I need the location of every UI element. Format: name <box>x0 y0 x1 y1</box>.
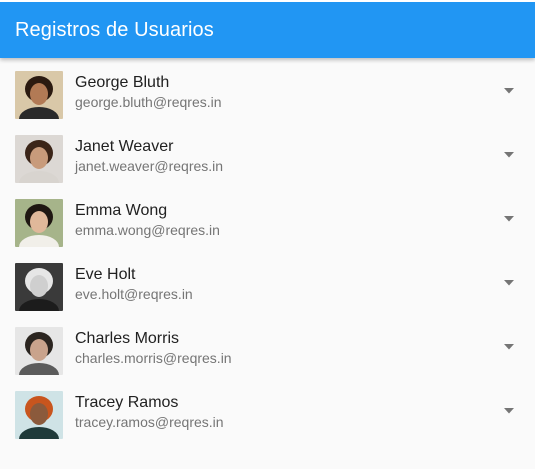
user-email: janet.weaver@reqres.in <box>75 158 224 174</box>
avatar-face <box>30 403 48 425</box>
user-name: Janet Weaver <box>75 138 174 155</box>
arrow-drop-down-icon[interactable] <box>504 344 514 350</box>
avatar-face <box>30 211 48 233</box>
avatar-face <box>30 83 48 105</box>
arrow-drop-down-icon[interactable] <box>504 88 514 94</box>
arrow-drop-down-icon[interactable] <box>504 216 514 222</box>
avatar <box>15 391 63 439</box>
user-email: tracey.ramos@reqres.in <box>75 414 224 430</box>
list-item[interactable]: Janet Weaver janet.weaver@reqres.in <box>0 127 535 191</box>
user-email: charles.morris@reqres.in <box>75 350 232 366</box>
list-item[interactable]: Tracey Ramos tracey.ramos@reqres.in <box>0 383 535 447</box>
user-email: emma.wong@reqres.in <box>75 222 220 238</box>
list-item[interactable]: Charles Morris charles.morris@reqres.in <box>0 319 535 383</box>
avatar-face <box>30 275 48 297</box>
list-item[interactable]: Eve Holt eve.holt@reqres.in <box>0 255 535 319</box>
app-bar: Registros de Usuarios <box>0 0 535 58</box>
user-email: eve.holt@reqres.in <box>75 286 193 302</box>
arrow-drop-down-icon[interactable] <box>504 280 514 286</box>
page-title: Registros de Usuarios <box>15 18 214 41</box>
user-name: Eve Holt <box>75 266 136 283</box>
avatar-face <box>30 147 48 169</box>
list-item[interactable]: George Bluth george.bluth@reqres.in <box>0 63 535 127</box>
avatar <box>15 199 63 247</box>
arrow-drop-down-icon[interactable] <box>504 152 514 158</box>
user-name: Charles Morris <box>75 330 180 347</box>
user-email: george.bluth@reqres.in <box>75 94 222 110</box>
user-name: Tracey Ramos <box>75 394 179 411</box>
user-name: George Bluth <box>75 74 170 91</box>
arrow-drop-down-icon[interactable] <box>504 408 514 414</box>
avatar <box>15 327 63 375</box>
avatar <box>15 135 63 183</box>
list-item[interactable]: Emma Wong emma.wong@reqres.in <box>0 191 535 255</box>
avatar-face <box>30 339 48 361</box>
avatar <box>15 71 63 119</box>
avatar <box>15 263 63 311</box>
user-name: Emma Wong <box>75 202 168 219</box>
